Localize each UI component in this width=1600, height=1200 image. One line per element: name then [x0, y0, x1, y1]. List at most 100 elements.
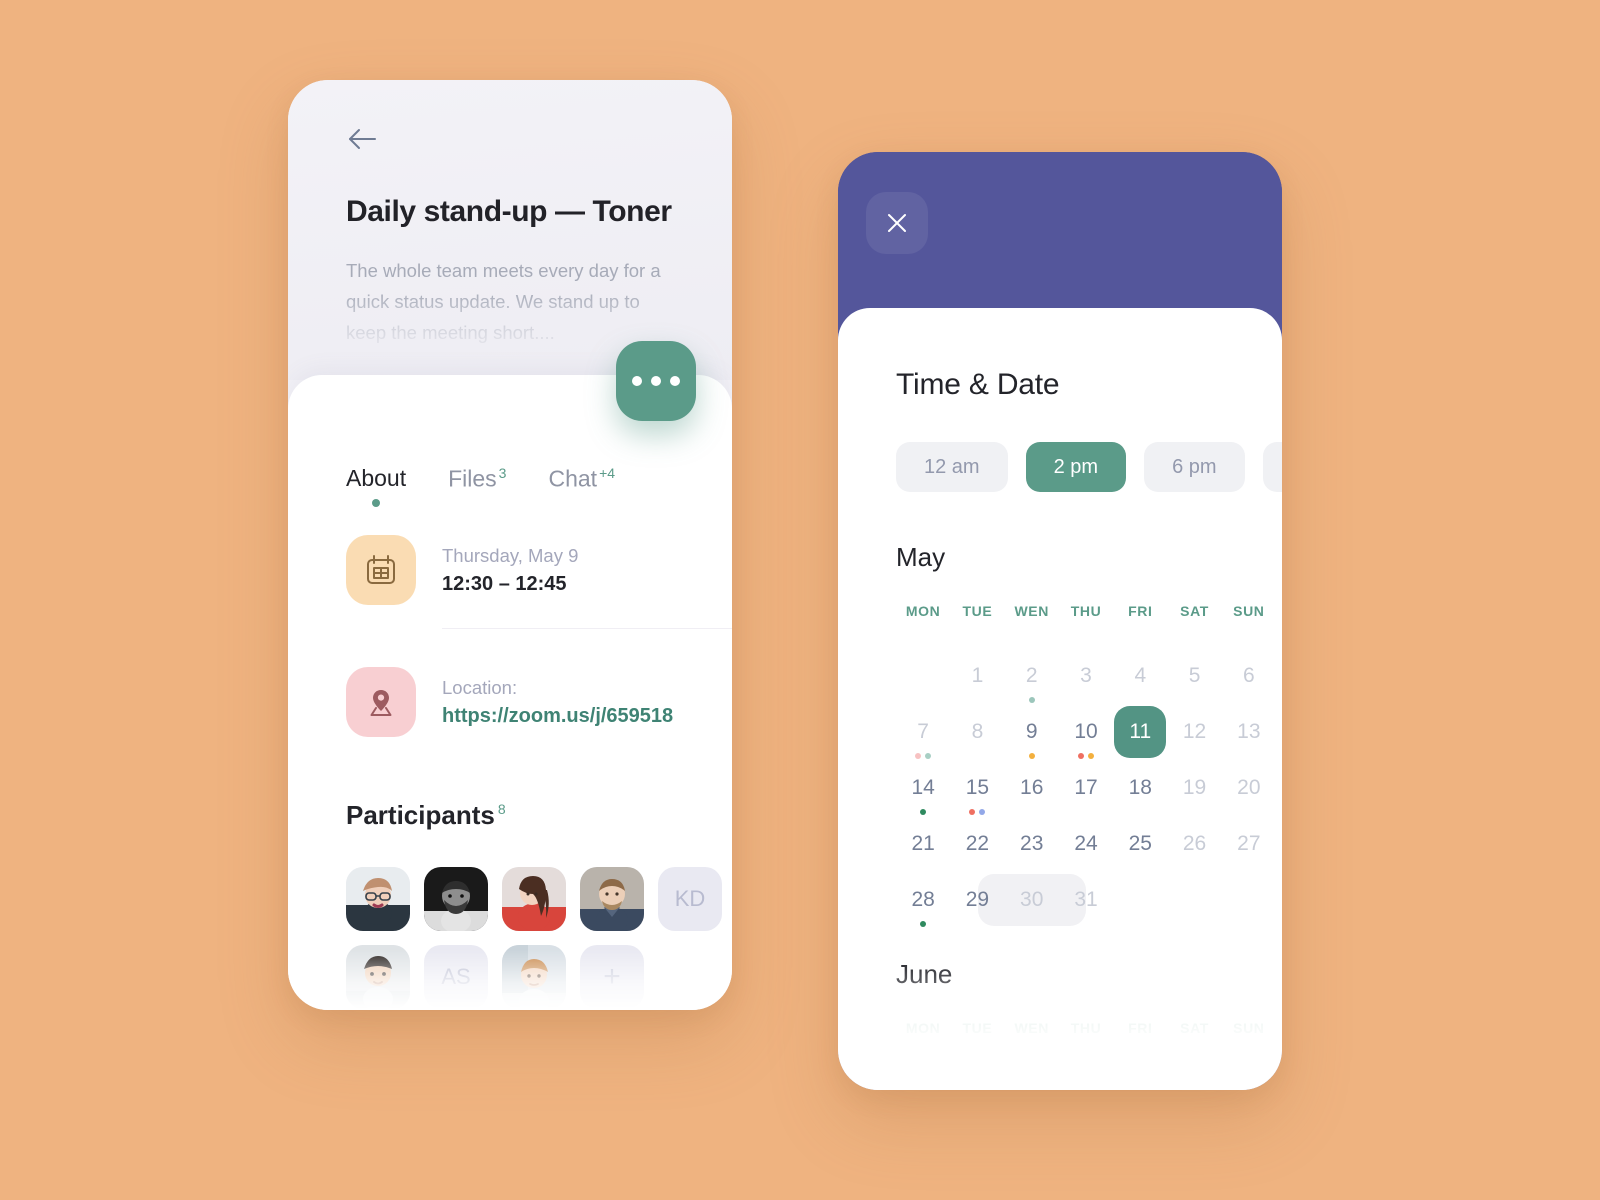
calendar-day-27[interactable]: 27 [1222, 816, 1276, 872]
day-number: 9 [1025, 720, 1038, 743]
calendar-day-15[interactable]: 15 [950, 760, 1004, 816]
event-dot [1028, 753, 1035, 759]
day-number: 28 [911, 888, 935, 911]
tab-about[interactable]: About [346, 465, 407, 507]
calendar-day-10[interactable]: 10 [1059, 704, 1113, 760]
event-dot [969, 809, 976, 815]
day-number: 29 [965, 888, 990, 911]
day-number: 19 [1182, 776, 1207, 799]
picker-title: Time & Date [896, 368, 1060, 401]
add-participant-button[interactable]: + [580, 945, 644, 1009]
time-chip-12am[interactable]: 12 am [896, 442, 1008, 492]
arrow-left-icon[interactable] [346, 122, 380, 156]
day-number: 10 [1074, 720, 1098, 743]
calendar-day-8[interactable]: 8 [950, 704, 1004, 760]
participant-5-avatar-initials[interactable]: KD [658, 867, 722, 931]
event-dot [920, 921, 927, 927]
more-options-button[interactable] [616, 341, 696, 421]
time-chip-2pm[interactable]: 2 pm [1025, 442, 1127, 492]
day-number: 11 [1129, 720, 1152, 743]
weekday-sun: SUN [1233, 1020, 1265, 1036]
calendar-day-26[interactable]: 26 [1167, 816, 1221, 872]
day-number: 5 [1188, 664, 1201, 687]
calendar-day-7[interactable]: 7 [896, 704, 950, 760]
weekday-tue: TUE [962, 1020, 993, 1036]
day-number: 27 [1237, 832, 1261, 855]
event-dot [1087, 753, 1094, 759]
calendar-day-20[interactable]: 20 [1222, 760, 1276, 816]
day-number: 16 [1020, 776, 1044, 799]
calendar-day-25[interactable]: 25 [1113, 816, 1167, 872]
calendar-day-9[interactable]: 9 [1005, 704, 1059, 760]
page-title: Daily stand-up — Toner [346, 195, 672, 228]
day-event-dots [920, 809, 927, 815]
participant-7-avatar-initials[interactable]: AS [424, 945, 488, 1009]
calendar-cell-empty [896, 648, 950, 704]
day-number: 8 [971, 720, 984, 743]
participant-3-avatar[interactable] [502, 867, 566, 931]
participant-1-avatar[interactable] [346, 867, 410, 931]
date-label: Thursday, May 9 [442, 544, 579, 566]
calendar-day-31[interactable]: 31 [1059, 872, 1113, 928]
participants-count: 8 [497, 801, 506, 818]
time-chip-6pm[interactable]: 6 pm [1144, 442, 1245, 492]
calendar-cell-empty [1222, 872, 1276, 928]
calendar-day-3[interactable]: 3 [1059, 648, 1113, 704]
weekday-mon: MON [905, 603, 941, 619]
calendar-day-24[interactable]: 24 [1059, 816, 1113, 872]
day-number: 30 [1020, 888, 1044, 911]
calendar-day-2[interactable]: 2 [1005, 648, 1059, 704]
calendar-day-13[interactable]: 13 [1222, 704, 1276, 760]
tab-files[interactable]: Files 3 [448, 465, 506, 493]
day-event-dots [1028, 753, 1035, 759]
calendar-day-23[interactable]: 23 [1005, 816, 1059, 872]
day-number: 18 [1128, 776, 1152, 799]
calendar-day-22[interactable]: 22 [950, 816, 1004, 872]
day-number: 24 [1074, 832, 1098, 855]
calendar-day-19[interactable]: 19 [1167, 760, 1221, 816]
calendar-day-12[interactable]: 12 [1167, 704, 1221, 760]
day-number: 6 [1243, 664, 1255, 687]
calendar-day-21[interactable]: 21 [896, 816, 950, 872]
plus-icon: + [603, 960, 621, 993]
calendar-grid-may: 1 2 3 4 5 6 7 8 9 10 11 12 13 14 15 16 17 18 19 20 21 22 23 24 2… [896, 648, 1276, 928]
participant-6-avatar[interactable] [346, 945, 410, 1009]
calendar-day-4[interactable]: 4 [1113, 648, 1167, 704]
calendar-day-5[interactable]: 5 [1167, 648, 1221, 704]
day-event-dots [1028, 697, 1035, 703]
location-link[interactable]: https://zoom.us/j/659518 [442, 705, 673, 728]
participant-8-avatar[interactable] [502, 945, 566, 1009]
tab-chat[interactable]: Chat +4 [548, 465, 615, 493]
calendar-day-18[interactable]: 18 [1113, 760, 1167, 816]
weekday-fri: FRI [1128, 1020, 1153, 1036]
calendar-day-30[interactable]: 30 [977, 872, 1086, 928]
event-dot [1028, 697, 1035, 703]
ellipsis-icon [651, 376, 661, 386]
calendar-day-1[interactable]: 1 [950, 648, 1004, 704]
weekday-fri: FRI [1128, 603, 1153, 619]
close-icon[interactable] [866, 192, 928, 254]
day-number: 26 [1182, 832, 1207, 855]
participant-2-avatar[interactable] [424, 867, 488, 931]
calendar-day-11[interactable]: 11 [1113, 704, 1167, 760]
calendar-day-16[interactable]: 16 [1005, 760, 1059, 816]
day-number: 4 [1134, 664, 1147, 687]
weekday-sat: SAT [1180, 1020, 1209, 1036]
calendar-day-6[interactable]: 6 [1222, 648, 1276, 704]
event-dot [1077, 753, 1084, 759]
tab-files-badge: 3 [498, 465, 507, 481]
weekday-sat: SAT [1180, 603, 1209, 619]
weekday-header-may: MON TUE WEN THU FRI SAT SUN [896, 603, 1276, 619]
time-chip-custom[interactable]: Custom [1262, 442, 1282, 492]
event-dot [920, 809, 927, 815]
tab-about-label: About [346, 465, 407, 491]
calendar-day-28[interactable]: 28 [896, 872, 950, 928]
calendar-day-14[interactable]: 14 [896, 760, 950, 816]
weekday-wen: WEN [1014, 603, 1049, 619]
weekday-wen: WEN [1014, 1020, 1049, 1036]
day-number: 25 [1128, 832, 1152, 855]
calendar-day-17[interactable]: 17 [1059, 760, 1113, 816]
tab-chat-badge: +4 [599, 465, 616, 481]
participant-4-avatar[interactable] [580, 867, 644, 931]
meeting-detail-phone: Daily stand-up — Toner The whole team me… [288, 80, 732, 1010]
